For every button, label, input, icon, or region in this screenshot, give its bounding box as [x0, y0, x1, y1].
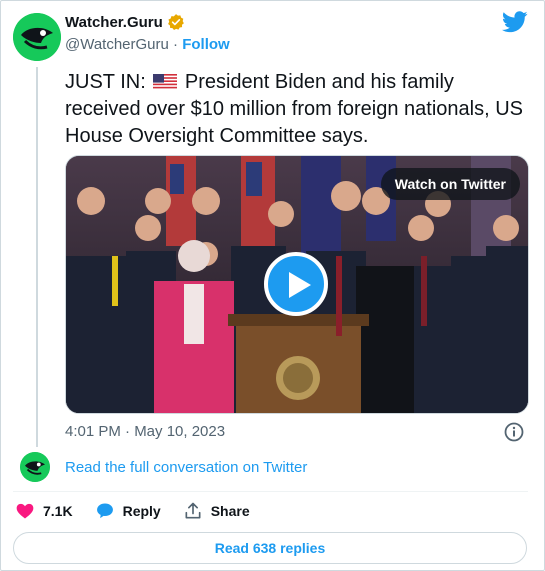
read-replies-button[interactable]: Read 638 replies — [13, 532, 527, 564]
watcher-guru-logo-icon — [13, 13, 61, 61]
avatar[interactable] — [13, 13, 61, 61]
share-button[interactable]: Share — [183, 501, 250, 521]
play-icon — [289, 272, 311, 298]
watch-on-twitter-button[interactable]: Watch on Twitter — [380, 168, 520, 200]
like-button[interactable]: 7.1K — [15, 501, 73, 521]
tweet-text: JUST IN: President Biden and his family … — [65, 69, 535, 150]
like-count: 7.1K — [43, 503, 73, 519]
share-upload-icon — [185, 502, 201, 519]
info-icon[interactable] — [504, 422, 524, 442]
tweet-embed-card: Watcher.Guru @WatcherGuru · Follow JUST … — [0, 0, 545, 571]
verified-badge-icon — [167, 14, 184, 30]
play-button[interactable] — [264, 252, 328, 316]
tweet-text-prefix: JUST IN: — [65, 71, 152, 93]
avatar-small[interactable] — [20, 452, 50, 482]
speech-bubble-icon — [96, 503, 113, 519]
thread-line — [36, 67, 38, 447]
separator: · — [168, 36, 183, 53]
watcher-guru-logo-icon — [20, 452, 50, 482]
handle-row: @WatcherGuru · Follow — [65, 36, 230, 53]
twitter-bird-icon[interactable] — [502, 11, 528, 33]
reply-label: Reply — [122, 503, 161, 519]
display-name[interactable]: Watcher.Guru — [65, 14, 163, 31]
read-full-conversation-link[interactable]: Read the full conversation on Twitter — [65, 459, 307, 476]
author-name-row: Watcher.Guru — [65, 13, 185, 31]
tweet-timestamp[interactable]: 4:01 PM · May 10, 2023 — [65, 423, 225, 440]
divider — [13, 491, 528, 492]
heart-icon — [16, 503, 34, 519]
handle[interactable]: @WatcherGuru — [65, 36, 169, 53]
follow-link[interactable]: Follow — [182, 36, 230, 53]
video-media[interactable]: Watch on Twitter — [65, 155, 529, 414]
share-label: Share — [210, 503, 250, 519]
action-bar: 7.1K Reply Share — [15, 501, 250, 521]
reply-button[interactable]: Reply — [95, 501, 161, 521]
us-flag-icon — [153, 74, 178, 90]
